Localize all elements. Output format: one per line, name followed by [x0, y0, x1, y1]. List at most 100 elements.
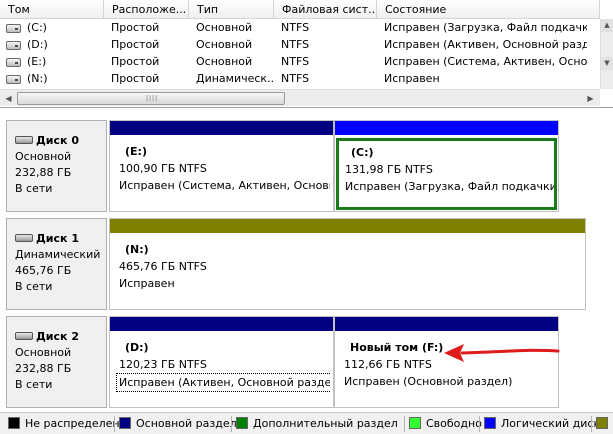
- legend-item-free: Свободно: [409, 417, 482, 431]
- hard-disk-icon: [15, 234, 33, 242]
- disk-row: Диск 0 Основной 232,88 ГБ В сети (E:) 10…: [6, 116, 586, 212]
- legend-divider: [231, 416, 232, 432]
- partition-block[interactable]: (D:) 120,23 ГБ NTFS Исправен (Активен, О…: [109, 316, 334, 408]
- volume-row[interactable]: (C:) Простой Основной NTFS Исправен (Заг…: [0, 20, 587, 36]
- disk-state: В сети: [15, 280, 53, 293]
- disk-state: В сети: [15, 378, 53, 391]
- partition-label: (N:): [125, 243, 149, 256]
- volume-filesystem: NTFS: [281, 55, 310, 68]
- legend-swatch: [8, 417, 20, 429]
- volume-row[interactable]: (D:) Простой Основной NTFS Исправен (Акт…: [0, 37, 587, 53]
- disk-label[interactable]: Диск 0 Основной 232,88 ГБ В сети: [6, 120, 107, 212]
- column-header-status[interactable]: Состояние: [377, 0, 600, 19]
- volume-filesystem: NTFS: [281, 38, 310, 51]
- disk-state: В сети: [15, 182, 53, 195]
- partition-status: Исправен (Загрузка, Файл подкачки,: [345, 180, 557, 193]
- disk-kind: Динамический: [15, 248, 101, 261]
- scroll-left-arrow-icon[interactable]: ◀: [1, 91, 16, 106]
- legend-swatch: [409, 417, 421, 429]
- legend-label: Не распределен: [25, 417, 120, 430]
- disk-size: 465,76 ГБ: [15, 264, 72, 277]
- disk-kind: Основной: [15, 346, 72, 359]
- volume-name: (E:): [27, 55, 47, 68]
- partition-size: 100,90 ГБ NTFS: [119, 162, 207, 175]
- partition-size: 465,76 ГБ NTFS: [119, 260, 207, 273]
- partition-status: Исправен (Основной раздел): [344, 375, 513, 388]
- red-arrow-icon: [444, 344, 560, 362]
- volume-layout: Простой: [111, 72, 160, 85]
- scroll-up-arrow-icon[interactable]: ▲: [601, 19, 613, 32]
- hard-disk-icon: [15, 332, 33, 340]
- legend-item-extended: Дополнительный раздел: [236, 417, 398, 431]
- disk-label[interactable]: Диск 2 Основной 232,88 ГБ В сети: [6, 316, 107, 408]
- volume-layout: Простой: [111, 38, 160, 51]
- column-header-layout[interactable]: Расположе...: [104, 0, 189, 19]
- column-header-filesystem[interactable]: Файловая сист...: [274, 0, 377, 19]
- vertical-scrollbar[interactable]: ▲ ▼: [600, 19, 613, 89]
- volume-layout: Простой: [111, 21, 160, 34]
- legend-swatch: [596, 417, 608, 429]
- volume-status: Исправен: [384, 72, 440, 85]
- partition-status: Исправен (Активен, Основной раздел): [116, 373, 330, 392]
- partition-color-bar: [110, 317, 333, 331]
- partition-status: Исправен (Система, Активен, Основн: [119, 179, 330, 192]
- hard-disk-icon: [15, 136, 33, 144]
- disk-size: 232,88 ГБ: [15, 362, 72, 375]
- volume-row[interactable]: (N:) Простой Динамическ... NTFS Исправен: [0, 71, 587, 87]
- volume-list-header: Том Расположе... Тип Файловая сист... Со…: [0, 0, 600, 19]
- partition-status: Исправен: [119, 277, 175, 290]
- partition-color-bar: [110, 219, 585, 233]
- volume-layout: Простой: [111, 55, 160, 68]
- horizontal-scroll-thumb[interactable]: ||||: [17, 92, 285, 105]
- legend-swatch: [119, 417, 131, 429]
- volume-filesystem: NTFS: [281, 72, 310, 85]
- column-header-volume[interactable]: Том: [0, 0, 104, 19]
- disk-name: Диск 2: [36, 330, 79, 343]
- horizontal-scrollbar[interactable]: ◀ |||| ▶: [0, 89, 600, 106]
- volume-type: Динамическ...: [196, 72, 274, 85]
- partition-size: 131,98 ГБ NTFS: [345, 163, 433, 176]
- disk-row: Диск 1 Динамический 465,76 ГБ В сети (N:…: [6, 214, 586, 310]
- disk-label[interactable]: Диск 1 Динамический 465,76 ГБ В сети: [6, 218, 107, 310]
- partition-label: (D:): [125, 341, 149, 354]
- partition-color-bar: [335, 317, 558, 331]
- volume-name: (C:): [27, 21, 47, 34]
- legend-swatch: [236, 417, 248, 429]
- legend-label: Свободно: [426, 417, 482, 430]
- partition-block[interactable]: (E:) 100,90 ГБ NTFS Исправен (Система, А…: [109, 120, 334, 212]
- legend-swatch: [484, 417, 496, 429]
- volume-filesystem: NTFS: [281, 21, 310, 34]
- legend-item-primary: Основной раздел: [119, 417, 237, 431]
- legend-divider: [404, 416, 405, 432]
- legend-item-unallocated: Не распределен: [8, 417, 120, 431]
- volume-type: Основной: [196, 21, 253, 34]
- volume-status: Исправен (Загрузка, Файл подкачки,: [384, 21, 587, 34]
- volume-status: Исправен (Система, Активен, Основ: [384, 55, 587, 68]
- legend-item-simple-volume: [596, 417, 613, 431]
- partition-label: (C:): [351, 146, 374, 159]
- drive-icon: [6, 41, 21, 50]
- legend-divider: [591, 416, 592, 432]
- disk-name: Диск 0: [36, 134, 79, 147]
- partition-block-selected[interactable]: (C:) 131,98 ГБ NTFS Исправен (Загрузка, …: [334, 120, 559, 212]
- partition-block[interactable]: (N:) 465,76 ГБ NTFS Исправен: [109, 218, 586, 310]
- legend-divider: [479, 416, 480, 432]
- drive-icon: [6, 58, 21, 67]
- disk-graphical-view: Диск 0 Основной 232,88 ГБ В сети (E:) 10…: [0, 110, 613, 411]
- volume-name: (N:): [27, 72, 48, 85]
- legend-item-logical: Логический диск: [484, 417, 600, 431]
- legend-label: Дополнительный раздел: [253, 417, 398, 430]
- volume-name: (D:): [27, 38, 48, 51]
- legend-divider: [114, 416, 115, 432]
- scroll-grip-icon: ||||: [146, 95, 159, 102]
- scroll-down-arrow-icon[interactable]: ▼: [601, 57, 613, 70]
- scroll-right-arrow-icon[interactable]: ▶: [583, 91, 598, 106]
- drive-icon: [6, 24, 21, 33]
- partition-color-bar: [110, 121, 333, 135]
- volume-type: Основной: [196, 38, 253, 51]
- disk-name: Диск 1: [36, 232, 79, 245]
- volume-row[interactable]: (E:) Простой Основной NTFS Исправен (Сис…: [0, 54, 587, 70]
- legend-label: Основной раздел: [136, 417, 237, 430]
- disk-kind: Основной: [15, 150, 72, 163]
- column-header-type[interactable]: Тип: [189, 0, 274, 19]
